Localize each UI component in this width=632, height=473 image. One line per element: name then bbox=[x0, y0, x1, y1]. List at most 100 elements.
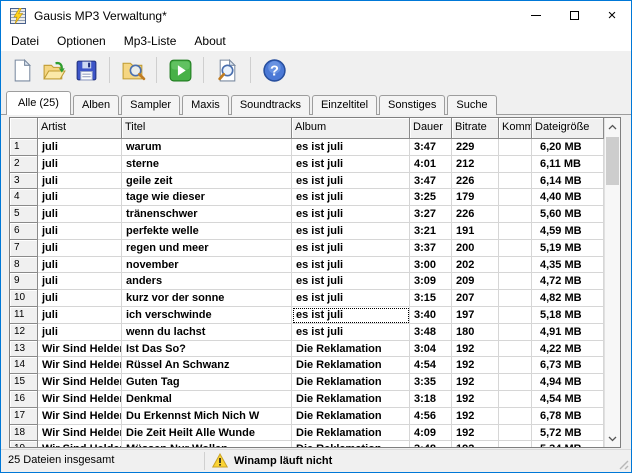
cell-album[interactable]: es ist juli bbox=[292, 173, 410, 190]
column-header-dauer[interactable]: Dauer bbox=[410, 118, 452, 139]
close-button[interactable]: × bbox=[593, 1, 631, 30]
cell-bitrate[interactable]: 192 bbox=[452, 425, 499, 442]
cell-artist[interactable]: juli bbox=[38, 139, 122, 156]
tab-sampler[interactable]: Sampler bbox=[121, 95, 180, 115]
help-button[interactable]: ? bbox=[258, 55, 290, 85]
cell-komm[interactable] bbox=[499, 273, 532, 290]
cell-dauer[interactable]: 3:48 bbox=[410, 324, 452, 341]
column-header-komm[interactable]: Komm bbox=[499, 118, 532, 139]
cell-titel[interactable]: ich verschwinde bbox=[122, 307, 292, 324]
cell-bitrate[interactable]: 180 bbox=[452, 324, 499, 341]
cell-bitrate[interactable]: 197 bbox=[452, 307, 499, 324]
cell-album[interactable]: Die Reklamation bbox=[292, 374, 410, 391]
cell-dauer[interactable]: 3:15 bbox=[410, 290, 452, 307]
row-number[interactable]: 1 bbox=[10, 139, 38, 156]
search-folder-button[interactable] bbox=[117, 55, 149, 85]
scrollbar-thumb[interactable] bbox=[606, 137, 619, 185]
cell-dauer[interactable]: 3:09 bbox=[410, 273, 452, 290]
row-number[interactable]: 18 bbox=[10, 425, 38, 442]
cell-dauer[interactable]: 3:47 bbox=[410, 139, 452, 156]
cell-artist[interactable]: Wir Sind Helden bbox=[38, 425, 122, 442]
column-header-rownum[interactable] bbox=[10, 118, 38, 139]
cell-komm[interactable] bbox=[499, 257, 532, 274]
cell-titel[interactable]: geile zeit bbox=[122, 173, 292, 190]
cell-bitrate[interactable]: 192 bbox=[452, 391, 499, 408]
cell-komm[interactable] bbox=[499, 173, 532, 190]
cell-titel[interactable]: Die Zeit Heilt Alle Wunde bbox=[122, 425, 292, 442]
cell-bitrate[interactable]: 179 bbox=[452, 189, 499, 206]
cell-dauer[interactable]: 4:56 bbox=[410, 408, 452, 425]
tab-einzeltitel[interactable]: Einzeltitel bbox=[312, 95, 377, 115]
cell-groesse[interactable]: 4,94 MB bbox=[532, 374, 604, 391]
cell-artist[interactable]: juli bbox=[38, 156, 122, 173]
column-header-titel[interactable]: Titel bbox=[122, 118, 292, 139]
cell-bitrate[interactable]: 192 bbox=[452, 357, 499, 374]
row-number[interactable]: 19 bbox=[10, 441, 38, 447]
cell-album[interactable]: Die Reklamation bbox=[292, 357, 410, 374]
vertical-scrollbar[interactable] bbox=[604, 118, 620, 447]
column-header-groesse[interactable]: Dateigröße bbox=[532, 118, 604, 139]
cell-groesse[interactable]: 4,35 MB bbox=[532, 257, 604, 274]
cell-dauer[interactable]: 3:00 bbox=[410, 257, 452, 274]
cell-komm[interactable] bbox=[499, 391, 532, 408]
minimize-button[interactable] bbox=[517, 1, 555, 30]
cell-album[interactable]: es ist juli bbox=[292, 240, 410, 257]
cell-artist[interactable]: Wir Sind Helden bbox=[38, 374, 122, 391]
cell-dauer[interactable]: 3:21 bbox=[410, 223, 452, 240]
cell-komm[interactable] bbox=[499, 408, 532, 425]
scroll-up-button[interactable] bbox=[605, 118, 620, 135]
cell-komm[interactable] bbox=[499, 425, 532, 442]
save-button[interactable] bbox=[70, 55, 102, 85]
cell-titel[interactable]: regen und meer bbox=[122, 240, 292, 257]
cell-artist[interactable]: juli bbox=[38, 273, 122, 290]
cell-groesse[interactable]: 4,91 MB bbox=[532, 324, 604, 341]
cell-groesse[interactable]: 4,22 MB bbox=[532, 341, 604, 358]
cell-bitrate[interactable]: 229 bbox=[452, 139, 499, 156]
cell-artist[interactable]: Wir Sind Helden bbox=[38, 357, 122, 374]
row-number[interactable]: 8 bbox=[10, 257, 38, 274]
cell-komm[interactable] bbox=[499, 139, 532, 156]
cell-artist[interactable]: juli bbox=[38, 223, 122, 240]
row-number[interactable]: 10 bbox=[10, 290, 38, 307]
row-number[interactable]: 7 bbox=[10, 240, 38, 257]
cell-komm[interactable] bbox=[499, 223, 532, 240]
row-number[interactable]: 14 bbox=[10, 357, 38, 374]
scroll-down-button[interactable] bbox=[605, 430, 620, 447]
cell-groesse[interactable]: 5,19 MB bbox=[532, 240, 604, 257]
cell-komm[interactable] bbox=[499, 374, 532, 391]
cell-album[interactable]: es ist juli bbox=[292, 324, 410, 341]
cell-artist[interactable]: Wir Sind Helden bbox=[38, 408, 122, 425]
cell-artist[interactable]: juli bbox=[38, 290, 122, 307]
cell-groesse[interactable]: 4,82 MB bbox=[532, 290, 604, 307]
row-number[interactable]: 3 bbox=[10, 173, 38, 190]
cell-titel[interactable]: kurz vor der sonne bbox=[122, 290, 292, 307]
cell-dauer[interactable]: 4:54 bbox=[410, 357, 452, 374]
cell-artist[interactable]: juli bbox=[38, 173, 122, 190]
cell-album[interactable]: es ist juli bbox=[292, 206, 410, 223]
cell-bitrate[interactable]: 191 bbox=[452, 223, 499, 240]
row-number[interactable]: 17 bbox=[10, 408, 38, 425]
new-file-button[interactable] bbox=[6, 55, 38, 85]
cell-titel[interactable]: anders bbox=[122, 273, 292, 290]
cell-album[interactable]: Die Reklamation bbox=[292, 391, 410, 408]
cell-album[interactable]: es ist juli bbox=[292, 189, 410, 206]
cell-bitrate[interactable]: 192 bbox=[452, 408, 499, 425]
cell-artist[interactable]: Wir Sind Helden bbox=[38, 391, 122, 408]
cell-komm[interactable] bbox=[499, 156, 532, 173]
cell-bitrate[interactable]: 226 bbox=[452, 206, 499, 223]
cell-komm[interactable] bbox=[499, 441, 532, 447]
row-number[interactable]: 6 bbox=[10, 223, 38, 240]
cell-groesse[interactable]: 4,40 MB bbox=[532, 189, 604, 206]
cell-groesse[interactable]: 5,34 MB bbox=[532, 441, 604, 447]
cell-artist[interactable]: Wir Sind Helden bbox=[38, 341, 122, 358]
preview-document-button[interactable] bbox=[211, 55, 243, 85]
cell-bitrate[interactable]: 200 bbox=[452, 240, 499, 257]
cell-album-focused[interactable]: es ist juli bbox=[292, 307, 410, 324]
row-number[interactable]: 12 bbox=[10, 324, 38, 341]
cell-komm[interactable] bbox=[499, 324, 532, 341]
cell-groesse[interactable]: 5,60 MB bbox=[532, 206, 604, 223]
open-folder-button[interactable] bbox=[38, 55, 70, 85]
menu-about[interactable]: About bbox=[185, 32, 234, 50]
cell-titel[interactable]: sterne bbox=[122, 156, 292, 173]
row-number[interactable]: 9 bbox=[10, 273, 38, 290]
